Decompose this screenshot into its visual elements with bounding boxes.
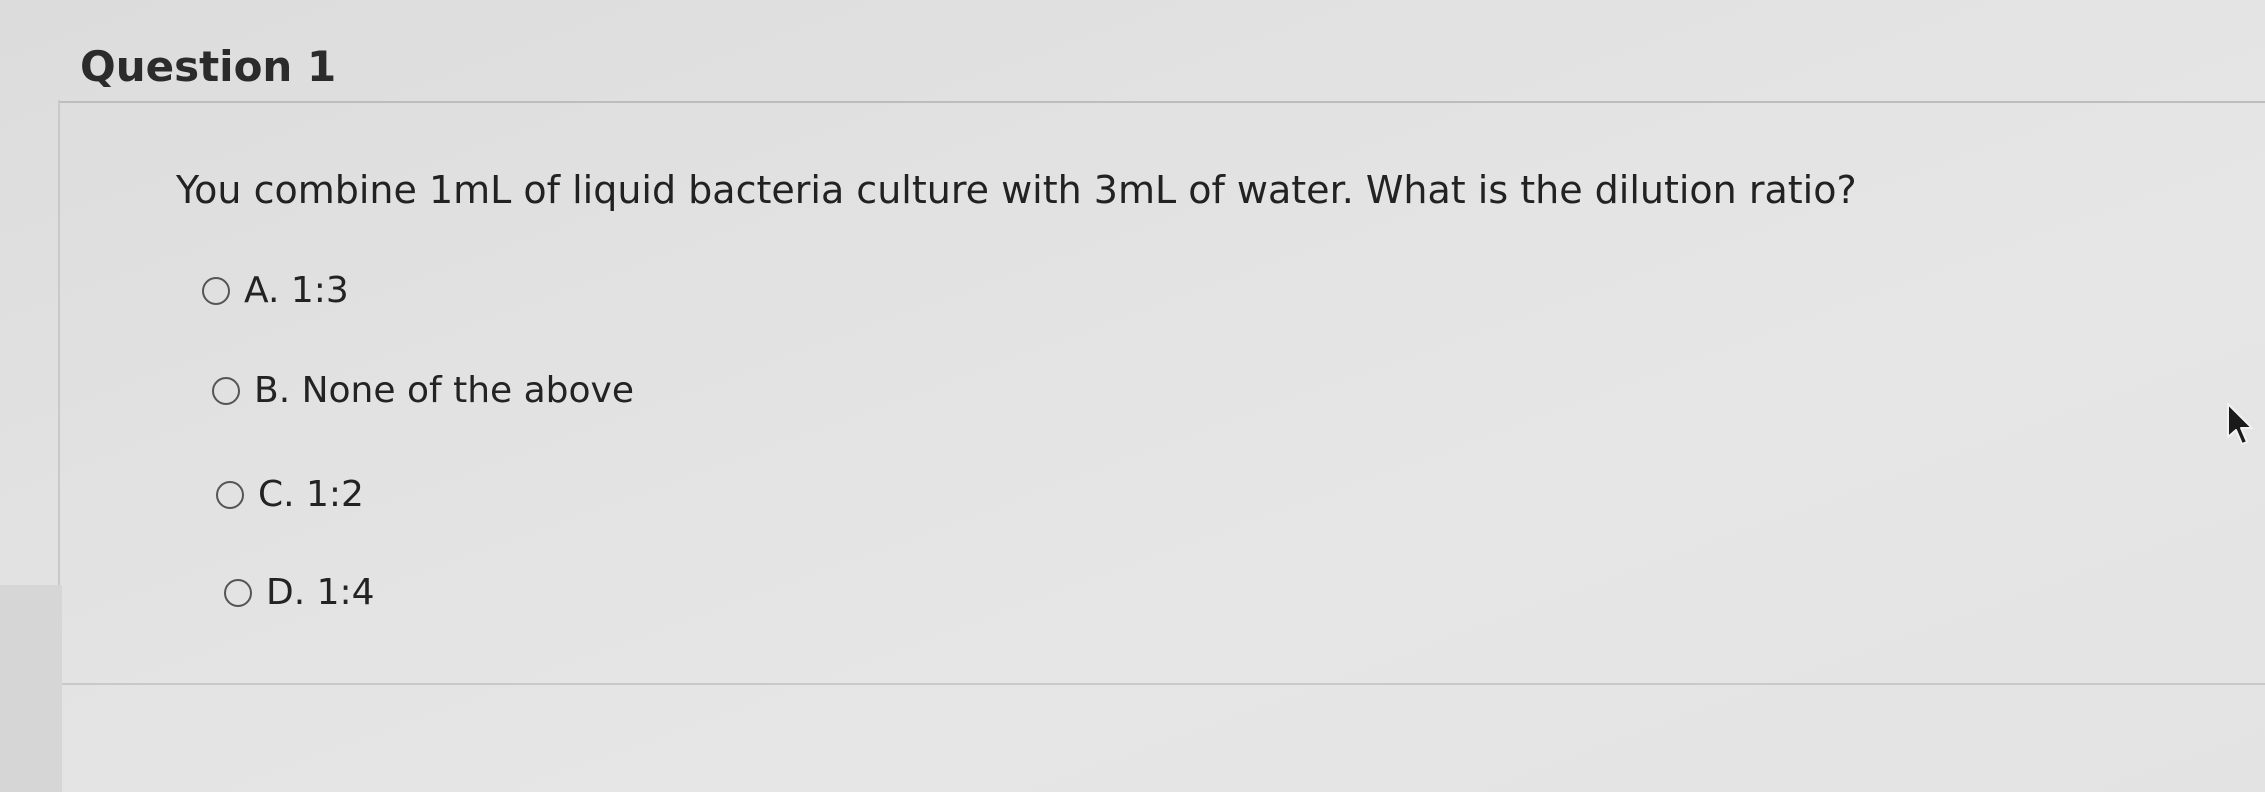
radio-unchecked-icon[interactable]: [224, 578, 252, 607]
question-title: Question 1: [80, 42, 337, 91]
option-d-label[interactable]: D. 1:4: [266, 572, 375, 613]
option-c[interactable]: C. 1:2: [216, 474, 364, 515]
title-divider: [60, 101, 2265, 103]
page-margin: [0, 585, 62, 792]
option-a[interactable]: A. 1:3: [202, 270, 349, 311]
option-b-label[interactable]: B. None of the above: [254, 370, 634, 411]
mouse-pointer-icon: [2227, 403, 2253, 445]
radio-unchecked-icon[interactable]: [212, 376, 240, 405]
option-d[interactable]: D. 1:4: [224, 572, 375, 613]
radio-unchecked-icon[interactable]: [216, 480, 244, 509]
question-prompt: You combine 1mL of liquid bacteria cultu…: [176, 168, 1857, 212]
option-b[interactable]: B. None of the above: [212, 370, 634, 411]
option-c-label[interactable]: C. 1:2: [258, 474, 364, 515]
radio-unchecked-icon[interactable]: [202, 276, 230, 305]
option-a-label[interactable]: A. 1:3: [244, 270, 349, 311]
